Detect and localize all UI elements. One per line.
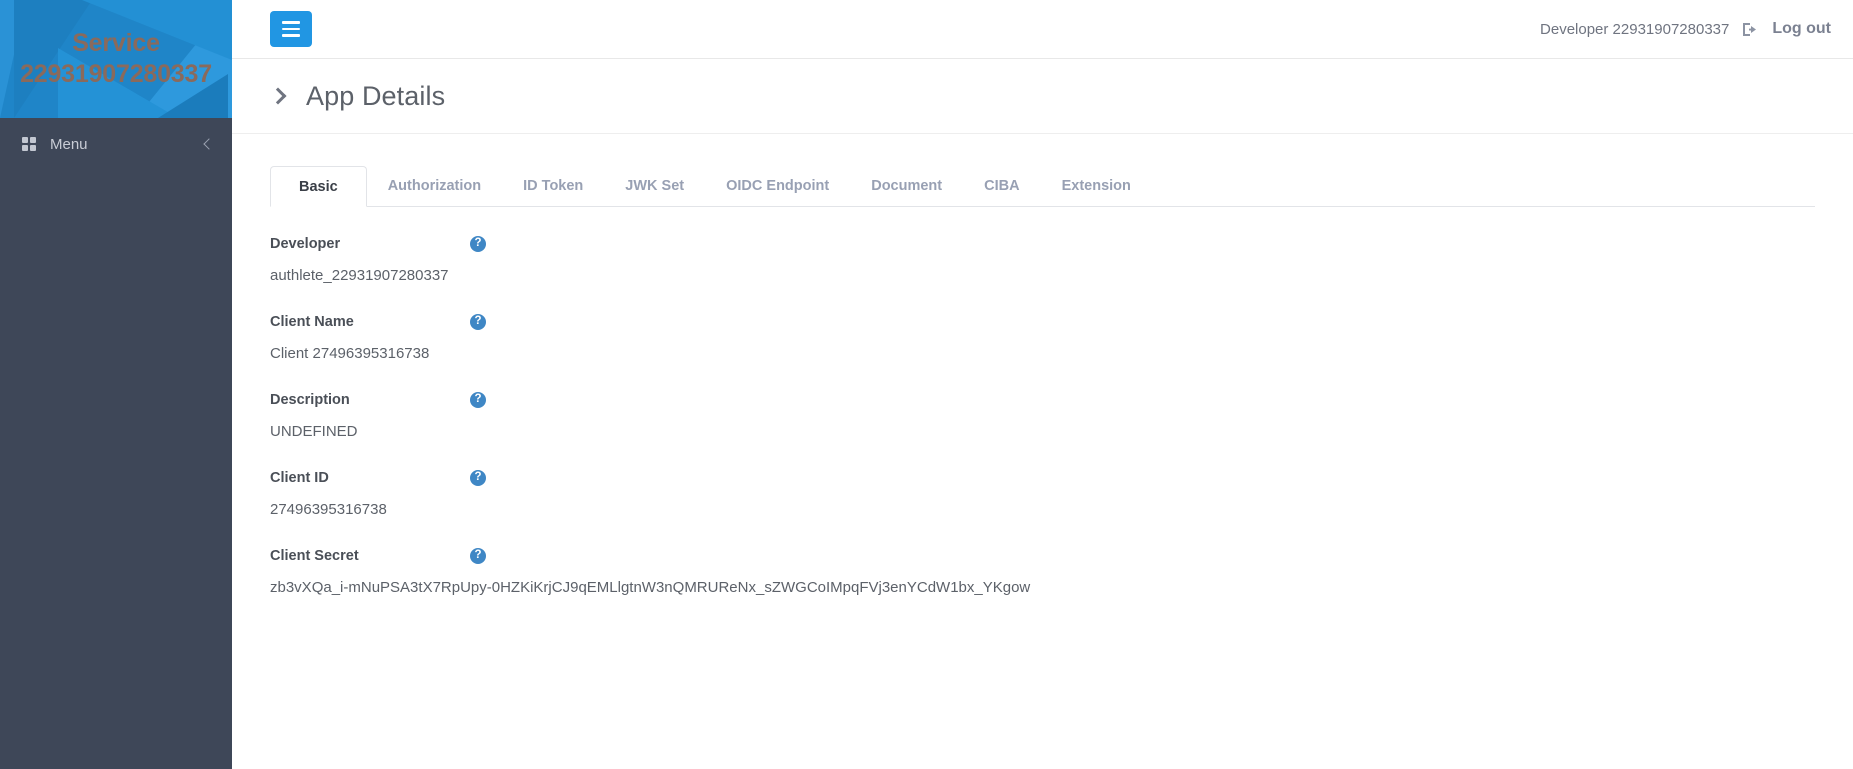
field-row: Client Name? Client 27496395316738 <box>270 311 1815 362</box>
tab-id-token[interactable]: ID Token <box>502 165 604 206</box>
grid-icon <box>22 137 36 151</box>
field-value: Client 27496395316738 <box>270 345 430 362</box>
content-area: Basic Authorization ID Token JWK Set OIDC En… <box>232 134 1853 596</box>
topbar-right: Developer 22931907280337 Log out <box>1540 20 1831 38</box>
service-banner: Service 22931907280337 <box>0 0 232 118</box>
chevron-right-icon[interactable] <box>270 88 286 104</box>
tab-oidc-endpoint[interactable]: OIDC Endpoint <box>705 165 850 206</box>
tab-ciba[interactable]: CIBA <box>963 165 1040 206</box>
service-number: 22931907280337 <box>20 60 212 88</box>
help-icon[interactable]: ? <box>470 470 486 486</box>
field-value: zb3vXQa_i-mNuPSA3tX7RpUpy-0HZKiKrjCJ9qEM… <box>270 579 1031 596</box>
hamburger-icon[interactable] <box>270 11 312 47</box>
tab-label: ID Token <box>523 177 584 194</box>
field-header: Client Name? <box>270 311 1815 333</box>
chevron-left-icon[interactable] <box>200 137 214 151</box>
page-title: App Details <box>306 80 446 111</box>
sign-out-icon[interactable] <box>1742 22 1759 37</box>
tab-jwk-set[interactable]: JWK Set <box>604 165 705 206</box>
help-icon[interactable]: ? <box>470 314 486 330</box>
service-title-word: Service <box>72 28 160 57</box>
field-row: Client ID? 27496395316738 <box>270 467 1815 518</box>
page-header: App Details <box>232 59 1853 134</box>
tab-extension[interactable]: Extension <box>1041 165 1152 206</box>
app-root: Service 22931907280337 Menu Developer 22… <box>0 0 1853 769</box>
tab-document[interactable]: Document <box>850 165 963 206</box>
help-icon[interactable]: ? <box>470 236 486 252</box>
logout-button[interactable]: Log out <box>1772 20 1831 38</box>
main-area: Developer 22931907280337 Log out App Det… <box>232 0 1853 769</box>
tab-label: Document <box>871 177 943 194</box>
field-label: Client Secret <box>270 548 359 564</box>
sidebar-item-label: Menu <box>50 135 88 153</box>
field-list: Developer? authlete_22931907280337 Client … <box>270 207 1815 596</box>
tab-authorization[interactable]: Authorization <box>367 165 502 206</box>
current-user-label: Developer 22931907280337 <box>1540 20 1730 38</box>
field-row: Client Secret? zb3vXQa_i-mNuPSA3tX7RpUpy-… <box>270 545 1815 596</box>
field-label: Client Name <box>270 314 354 330</box>
field-label: Client ID <box>270 470 329 486</box>
field-label: Developer <box>270 236 341 252</box>
help-icon[interactable]: ? <box>470 548 486 564</box>
tab-label: CIBA <box>984 177 1020 194</box>
field-header: Client Secret? <box>270 545 1815 567</box>
tab-label: Basic <box>299 178 338 195</box>
field-header: Client ID? <box>270 467 1815 489</box>
field-value: UNDEFINED <box>270 423 358 440</box>
topbar: Developer 22931907280337 Log out <box>232 0 1853 59</box>
tab-label: OIDC Endpoint <box>726 177 830 194</box>
field-header: Description? <box>270 389 1815 411</box>
tab-basic[interactable]: Basic <box>270 166 367 207</box>
field-value: 27496395316738 <box>270 501 387 518</box>
field-row: Description? UNDEFINED <box>270 389 1815 440</box>
field-row: Developer? authlete_22931907280337 <box>270 233 1815 284</box>
tab-label: JWK Set <box>625 177 685 194</box>
service-title: Service 22931907280337 <box>0 28 232 91</box>
tab-label: Extension <box>1061 177 1131 194</box>
field-header: Developer? <box>270 233 1815 255</box>
field-value: authlete_22931907280337 <box>270 267 449 284</box>
help-icon[interactable]: ? <box>470 392 486 408</box>
field-label: Description <box>270 392 350 408</box>
sidebar: Service 22931907280337 Menu <box>0 0 232 769</box>
tab-label: Authorization <box>387 177 482 194</box>
sidebar-item-menu[interactable]: Menu <box>0 118 232 170</box>
tab-bar: Basic Authorization ID Token JWK Set OIDC En… <box>270 166 1815 207</box>
